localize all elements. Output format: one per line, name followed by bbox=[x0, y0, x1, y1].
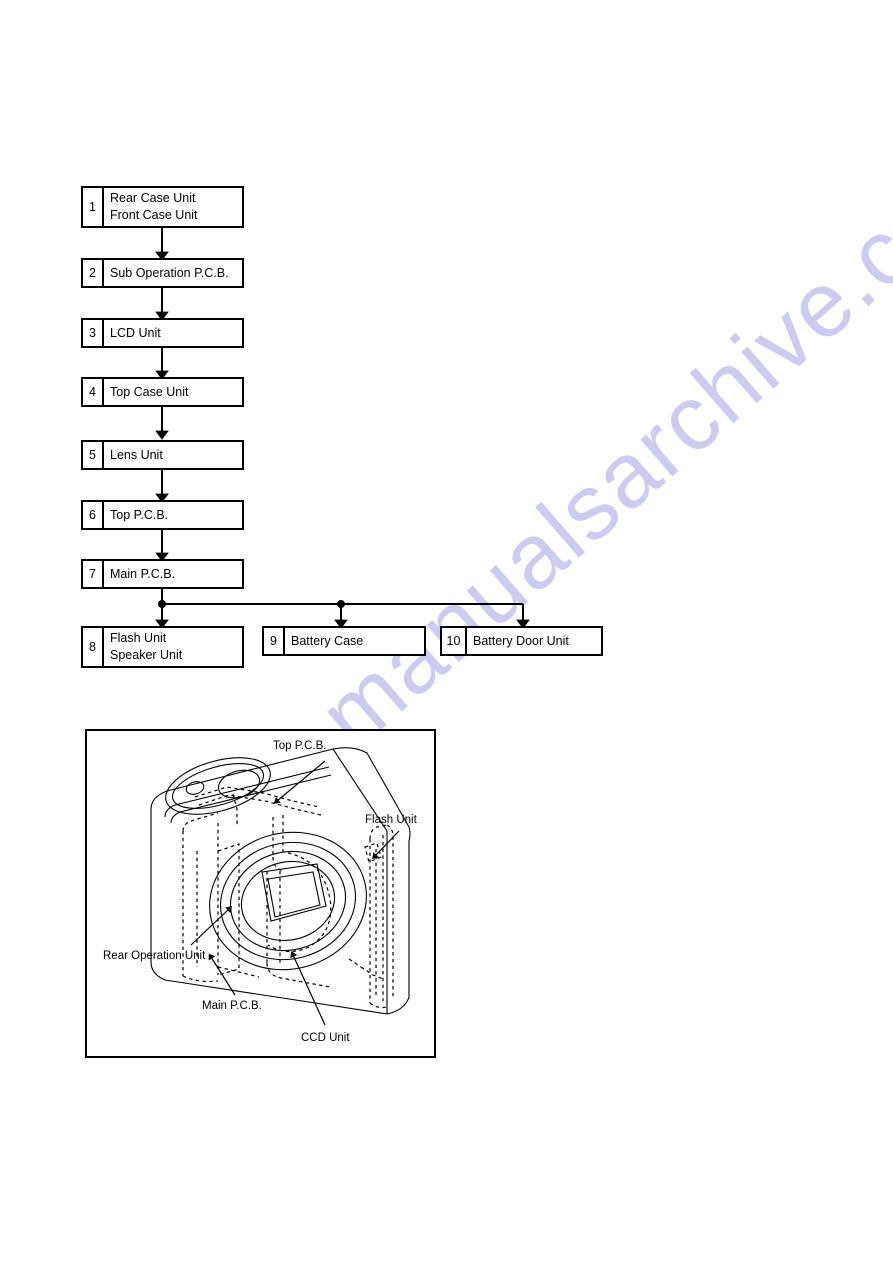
flow-connectors bbox=[155, 228, 530, 629]
flow-step-8[interactable]: 8 Flash Unit Speaker Unit bbox=[81, 626, 244, 668]
flow-step-5[interactable]: 5 Lens Unit bbox=[81, 440, 244, 470]
callout-label-rear-operation-unit: Rear Operation Unit bbox=[103, 950, 206, 962]
flow-step-1-line-1: Rear Case Unit bbox=[110, 191, 196, 205]
flow-step-8-number: 8 bbox=[83, 628, 104, 666]
flow-step-10[interactable]: 10 Battery Door Unit bbox=[440, 626, 603, 656]
flow-step-4[interactable]: 4 Top Case Unit bbox=[81, 377, 244, 407]
flow-step-1-number: 1 bbox=[83, 188, 104, 226]
flow-step-6-line-1: Top P.C.B. bbox=[110, 507, 169, 522]
flow-step-6-number: 6 bbox=[83, 502, 104, 528]
flow-step-5-label: Lens Unit bbox=[104, 442, 242, 468]
flow-step-2-label: Sub Operation P.C.B. bbox=[104, 260, 242, 286]
flow-step-3-line-1: LCD Unit bbox=[110, 325, 161, 340]
flow-step-2-number: 2 bbox=[83, 260, 104, 286]
flow-step-9[interactable]: 9 Battery Case bbox=[262, 626, 426, 656]
flow-step-7-label: Main P.C.B. bbox=[104, 561, 242, 587]
flow-step-1-label: Rear Case Unit Front Case Unit bbox=[104, 188, 242, 226]
disassembly-flow-chart: 1 Rear Case Unit Front Case Unit 2 Sub O… bbox=[0, 0, 893, 700]
flow-step-6[interactable]: 6 Top P.C.B. bbox=[81, 500, 244, 530]
callout-label-main-pcb: Main P.C.B. bbox=[202, 1000, 262, 1012]
flow-step-8-line-1: Flash Unit bbox=[110, 631, 167, 645]
flow-step-4-label: Top Case Unit bbox=[104, 379, 242, 405]
flow-step-4-line-1: Top Case Unit bbox=[110, 384, 189, 399]
flow-step-7[interactable]: 7 Main P.C.B. bbox=[81, 559, 244, 589]
callout-label-ccd-unit: CCD Unit bbox=[301, 1032, 350, 1044]
flow-step-10-line-1: Battery Door Unit bbox=[473, 633, 569, 648]
camera-illustration-frame: Top P.C.B. Flash Unit Rear Operation Uni… bbox=[85, 729, 436, 1058]
flow-step-1-line-2: Front Case Unit bbox=[110, 208, 198, 222]
flow-step-3[interactable]: 3 LCD Unit bbox=[81, 318, 244, 348]
flow-step-3-label: LCD Unit bbox=[104, 320, 242, 346]
flow-step-8-label: Flash Unit Speaker Unit bbox=[104, 628, 242, 666]
flow-step-10-label: Battery Door Unit bbox=[467, 628, 601, 654]
flow-step-10-number: 10 bbox=[442, 628, 467, 654]
flow-step-2[interactable]: 2 Sub Operation P.C.B. bbox=[81, 258, 244, 288]
flow-step-1[interactable]: 1 Rear Case Unit Front Case Unit bbox=[81, 186, 244, 228]
flow-step-3-number: 3 bbox=[83, 320, 104, 346]
flow-step-9-label: Battery Case bbox=[285, 628, 424, 654]
flow-step-2-line-1: Sub Operation P.C.B. bbox=[110, 265, 229, 280]
page-canvas: manualsarchive.com 1 Rear Case Unit Fron… bbox=[0, 0, 893, 1263]
flow-step-9-line-1: Battery Case bbox=[291, 633, 364, 648]
flow-step-5-number: 5 bbox=[83, 442, 104, 468]
camera-illustration: Top P.C.B. Flash Unit Rear Operation Uni… bbox=[103, 740, 418, 1044]
flow-step-4-number: 4 bbox=[83, 379, 104, 405]
callout-label-flash-unit: Flash Unit bbox=[365, 814, 418, 826]
flow-step-5-line-1: Lens Unit bbox=[110, 447, 163, 462]
flow-step-7-line-1: Main P.C.B. bbox=[110, 566, 176, 581]
callout-label-top-pcb: Top P.C.B. bbox=[273, 740, 327, 752]
flow-step-7-number: 7 bbox=[83, 561, 104, 587]
flow-step-9-number: 9 bbox=[264, 628, 285, 654]
flow-step-6-label: Top P.C.B. bbox=[104, 502, 242, 528]
flow-step-8-line-2: Speaker Unit bbox=[110, 648, 183, 662]
